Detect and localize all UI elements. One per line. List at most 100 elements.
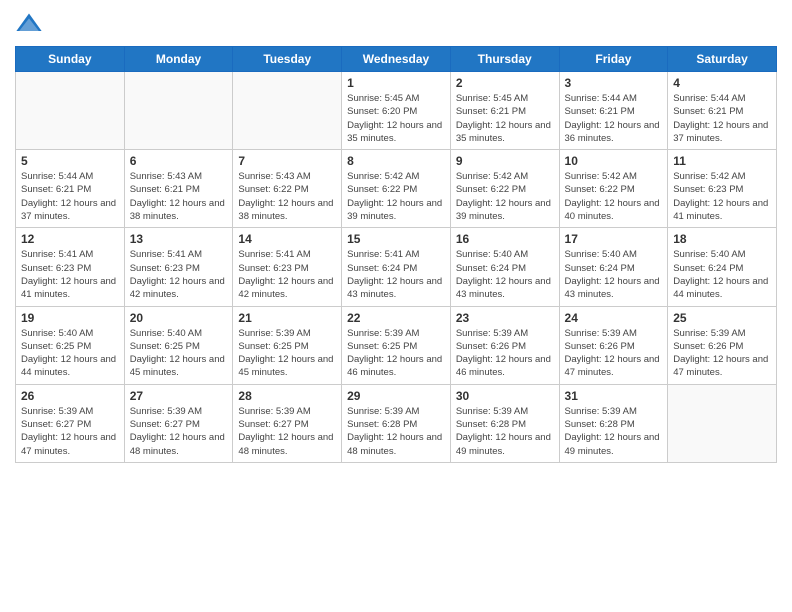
calendar-cell: 26 Sunrise: 5:39 AM Sunset: 6:27 PM Dayli… — [16, 384, 125, 462]
day-number: 29 — [347, 389, 445, 403]
calendar-week-4: 26 Sunrise: 5:39 AM Sunset: 6:27 PM Dayli… — [16, 384, 777, 462]
calendar-cell — [124, 72, 233, 150]
calendar-cell: 10 Sunrise: 5:42 AM Sunset: 6:22 PM Dayli… — [559, 150, 668, 228]
calendar-cell: 12 Sunrise: 5:41 AM Sunset: 6:23 PM Dayli… — [16, 228, 125, 306]
day-number: 8 — [347, 154, 445, 168]
calendar-cell: 15 Sunrise: 5:41 AM Sunset: 6:24 PM Dayli… — [342, 228, 451, 306]
day-info: Sunrise: 5:40 AM Sunset: 6:24 PM Dayligh… — [673, 248, 771, 301]
day-info: Sunrise: 5:40 AM Sunset: 6:25 PM Dayligh… — [130, 327, 228, 380]
calendar-cell — [233, 72, 342, 150]
calendar-cell: 1Sunrise: 5:45 AM Sunset: 6:20 PM Daylig… — [342, 72, 451, 150]
calendar-header-row: SundayMondayTuesdayWednesdayThursdayFrid… — [16, 47, 777, 72]
calendar-cell: 7 Sunrise: 5:43 AM Sunset: 6:22 PM Daylig… — [233, 150, 342, 228]
day-number: 4 — [673, 76, 771, 90]
day-info: Sunrise: 5:39 AM Sunset: 6:26 PM Dayligh… — [673, 327, 771, 380]
calendar-cell: 29Sunrise: 5:39 AM Sunset: 6:28 PM Dayli… — [342, 384, 451, 462]
day-number: 9 — [456, 154, 554, 168]
day-number: 31 — [565, 389, 663, 403]
calendar-week-3: 19 Sunrise: 5:40 AM Sunset: 6:25 PM Dayli… — [16, 306, 777, 384]
day-number: 12 — [21, 232, 119, 246]
calendar-cell: 8 Sunrise: 5:42 AM Sunset: 6:22 PM Daylig… — [342, 150, 451, 228]
day-number: 30 — [456, 389, 554, 403]
header — [15, 10, 777, 38]
calendar-cell: 17 Sunrise: 5:40 AM Sunset: 6:24 PM Dayli… — [559, 228, 668, 306]
calendar-header-saturday: Saturday — [668, 47, 777, 72]
day-info: Sunrise: 5:39 AM Sunset: 6:27 PM Dayligh… — [238, 405, 336, 458]
calendar-cell: 22Sunrise: 5:39 AM Sunset: 6:25 PM Dayli… — [342, 306, 451, 384]
calendar-cell: 27 Sunrise: 5:39 AM Sunset: 6:27 PM Dayli… — [124, 384, 233, 462]
page: SundayMondayTuesdayWednesdayThursdayFrid… — [0, 0, 792, 612]
day-number: 23 — [456, 311, 554, 325]
calendar-header-wednesday: Wednesday — [342, 47, 451, 72]
day-number: 24 — [565, 311, 663, 325]
calendar-cell: 2 Sunrise: 5:45 AM Sunset: 6:21 PM Daylig… — [450, 72, 559, 150]
calendar-cell: 28Sunrise: 5:39 AM Sunset: 6:27 PM Dayli… — [233, 384, 342, 462]
calendar-header-thursday: Thursday — [450, 47, 559, 72]
day-info: Sunrise: 5:42 AM Sunset: 6:22 PM Dayligh… — [347, 170, 445, 223]
calendar-header-tuesday: Tuesday — [233, 47, 342, 72]
day-info: Sunrise: 5:45 AM Sunset: 6:21 PM Dayligh… — [456, 92, 554, 145]
day-number: 21 — [238, 311, 336, 325]
calendar-cell: 20 Sunrise: 5:40 AM Sunset: 6:25 PM Dayli… — [124, 306, 233, 384]
calendar-cell: 4 Sunrise: 5:44 AM Sunset: 6:21 PM Daylig… — [668, 72, 777, 150]
day-info: Sunrise: 5:42 AM Sunset: 6:22 PM Dayligh… — [565, 170, 663, 223]
day-number: 27 — [130, 389, 228, 403]
day-number: 17 — [565, 232, 663, 246]
calendar-cell: 14Sunrise: 5:41 AM Sunset: 6:23 PM Dayli… — [233, 228, 342, 306]
calendar-cell: 9 Sunrise: 5:42 AM Sunset: 6:22 PM Daylig… — [450, 150, 559, 228]
day-info: Sunrise: 5:43 AM Sunset: 6:21 PM Dayligh… — [130, 170, 228, 223]
calendar-week-2: 12 Sunrise: 5:41 AM Sunset: 6:23 PM Dayli… — [16, 228, 777, 306]
day-info: Sunrise: 5:39 AM Sunset: 6:28 PM Dayligh… — [456, 405, 554, 458]
calendar-header-sunday: Sunday — [16, 47, 125, 72]
day-number: 25 — [673, 311, 771, 325]
calendar-cell: 31Sunrise: 5:39 AM Sunset: 6:28 PM Dayli… — [559, 384, 668, 462]
calendar-cell: 19 Sunrise: 5:40 AM Sunset: 6:25 PM Dayli… — [16, 306, 125, 384]
day-info: Sunrise: 5:40 AM Sunset: 6:25 PM Dayligh… — [21, 327, 119, 380]
day-info: Sunrise: 5:42 AM Sunset: 6:22 PM Dayligh… — [456, 170, 554, 223]
day-number: 14 — [238, 232, 336, 246]
logo — [15, 10, 47, 38]
day-number: 15 — [347, 232, 445, 246]
day-info: Sunrise: 5:41 AM Sunset: 6:24 PM Dayligh… — [347, 248, 445, 301]
calendar-cell: 18 Sunrise: 5:40 AM Sunset: 6:24 PM Dayli… — [668, 228, 777, 306]
day-info: Sunrise: 5:39 AM Sunset: 6:27 PM Dayligh… — [21, 405, 119, 458]
day-info: Sunrise: 5:40 AM Sunset: 6:24 PM Dayligh… — [565, 248, 663, 301]
day-number: 2 — [456, 76, 554, 90]
calendar-cell: 25 Sunrise: 5:39 AM Sunset: 6:26 PM Dayli… — [668, 306, 777, 384]
calendar-week-1: 5 Sunrise: 5:44 AM Sunset: 6:21 PM Daylig… — [16, 150, 777, 228]
day-info: Sunrise: 5:44 AM Sunset: 6:21 PM Dayligh… — [673, 92, 771, 145]
calendar-cell: 21Sunrise: 5:39 AM Sunset: 6:25 PM Dayli… — [233, 306, 342, 384]
day-number: 16 — [456, 232, 554, 246]
day-number: 5 — [21, 154, 119, 168]
logo-icon — [15, 10, 43, 38]
calendar-cell: 11 Sunrise: 5:42 AM Sunset: 6:23 PM Dayli… — [668, 150, 777, 228]
calendar-cell: 5 Sunrise: 5:44 AM Sunset: 6:21 PM Daylig… — [16, 150, 125, 228]
calendar-cell: 16 Sunrise: 5:40 AM Sunset: 6:24 PM Dayli… — [450, 228, 559, 306]
day-number: 20 — [130, 311, 228, 325]
day-number: 22 — [347, 311, 445, 325]
day-number: 26 — [21, 389, 119, 403]
day-info: Sunrise: 5:44 AM Sunset: 6:21 PM Dayligh… — [21, 170, 119, 223]
day-info: Sunrise: 5:42 AM Sunset: 6:23 PM Dayligh… — [673, 170, 771, 223]
day-number: 1 — [347, 76, 445, 90]
day-number: 10 — [565, 154, 663, 168]
day-info: Sunrise: 5:41 AM Sunset: 6:23 PM Dayligh… — [21, 248, 119, 301]
calendar-cell — [16, 72, 125, 150]
calendar-cell: 3Sunrise: 5:44 AM Sunset: 6:21 PM Daylig… — [559, 72, 668, 150]
day-number: 18 — [673, 232, 771, 246]
day-info: Sunrise: 5:39 AM Sunset: 6:27 PM Dayligh… — [130, 405, 228, 458]
day-info: Sunrise: 5:44 AM Sunset: 6:21 PM Dayligh… — [565, 92, 663, 145]
calendar-cell: 23 Sunrise: 5:39 AM Sunset: 6:26 PM Dayli… — [450, 306, 559, 384]
calendar-cell: 6 Sunrise: 5:43 AM Sunset: 6:21 PM Daylig… — [124, 150, 233, 228]
day-info: Sunrise: 5:40 AM Sunset: 6:24 PM Dayligh… — [456, 248, 554, 301]
day-number: 6 — [130, 154, 228, 168]
day-number: 19 — [21, 311, 119, 325]
day-number: 11 — [673, 154, 771, 168]
day-info: Sunrise: 5:43 AM Sunset: 6:22 PM Dayligh… — [238, 170, 336, 223]
calendar-header-friday: Friday — [559, 47, 668, 72]
calendar-cell: 13Sunrise: 5:41 AM Sunset: 6:23 PM Dayli… — [124, 228, 233, 306]
day-number: 13 — [130, 232, 228, 246]
day-info: Sunrise: 5:39 AM Sunset: 6:26 PM Dayligh… — [456, 327, 554, 380]
day-number: 7 — [238, 154, 336, 168]
calendar-cell: 30 Sunrise: 5:39 AM Sunset: 6:28 PM Dayli… — [450, 384, 559, 462]
